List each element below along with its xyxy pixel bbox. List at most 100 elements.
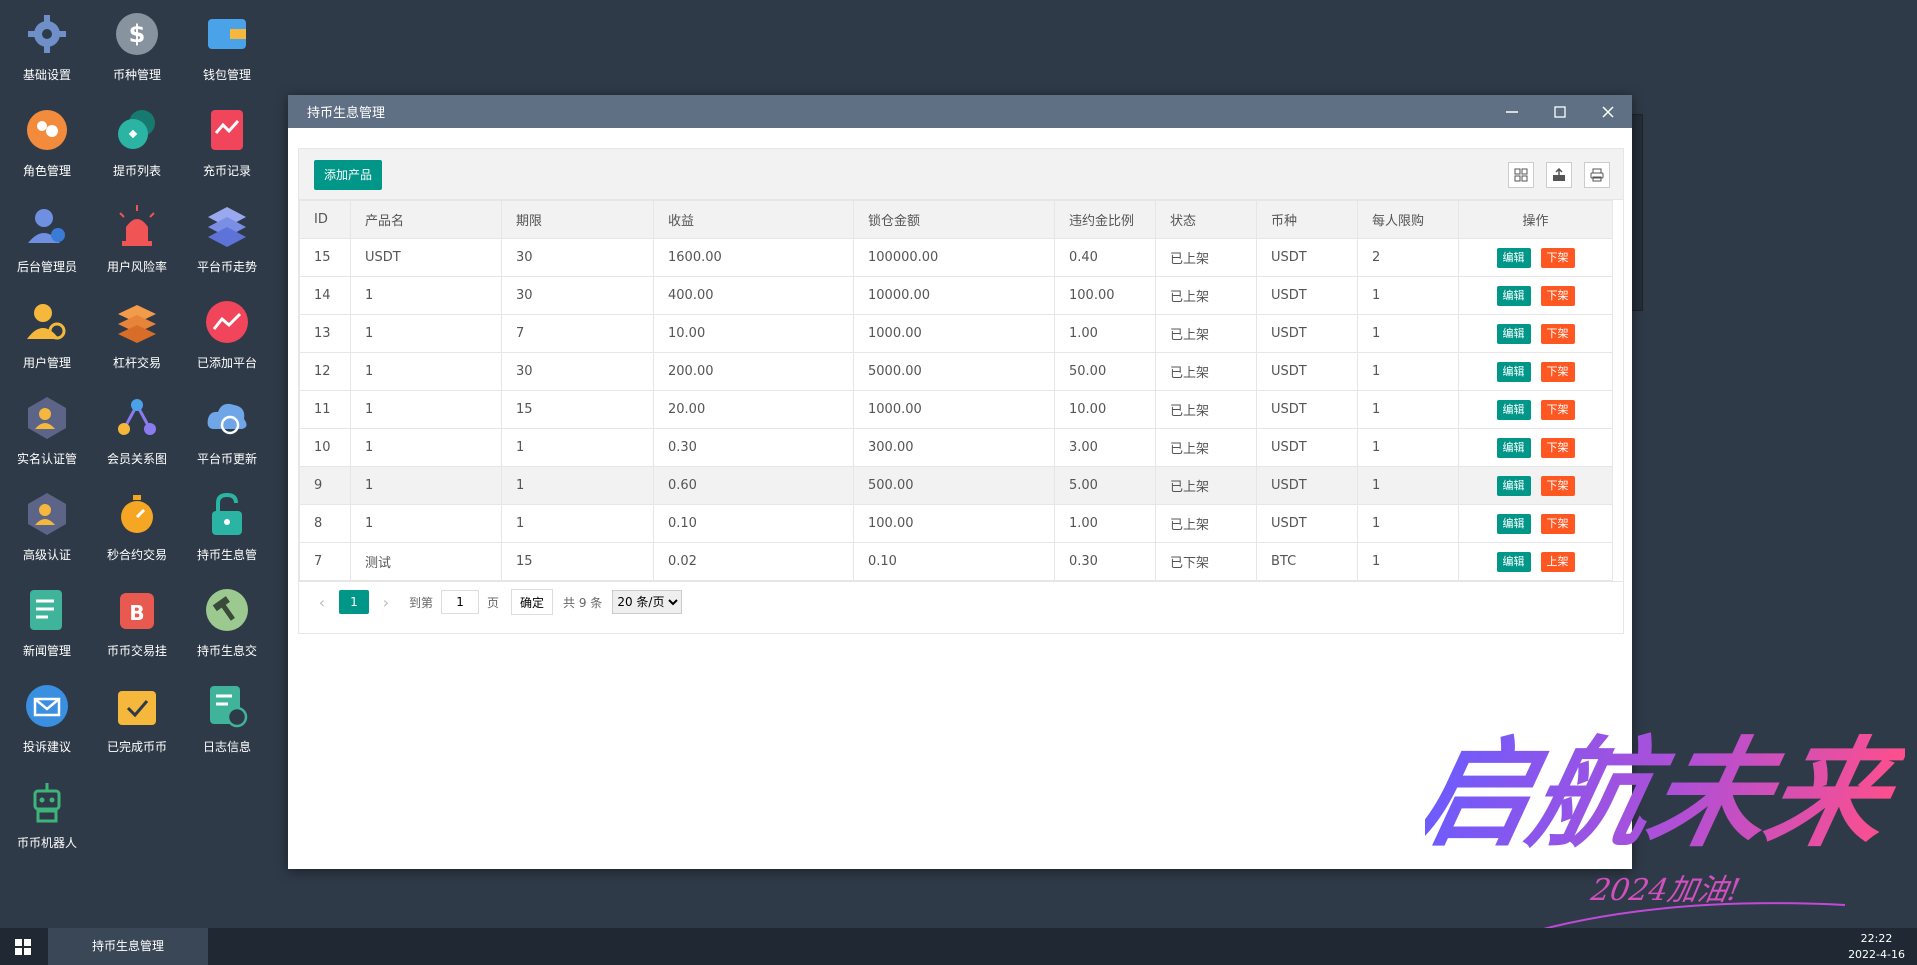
desktop-icon[interactable]: 投诉建议 <box>2 674 92 766</box>
table-row[interactable]: 8 1 1 0.10 100.00 1.00 已上架 USDT 1 编辑 下架 <box>299 504 1613 543</box>
edit-button[interactable]: 编辑 <box>1496 247 1531 268</box>
cell-status: 已上架 <box>1155 504 1257 543</box>
column-header[interactable]: 产品名 <box>350 200 502 239</box>
desktop-icon[interactable]: 充币记录 <box>182 98 272 190</box>
edit-button[interactable]: 编辑 <box>1496 361 1531 382</box>
taskbar-item-active[interactable]: 持币生息管理 <box>48 928 208 965</box>
delist-button[interactable]: 下架 <box>1540 475 1575 496</box>
log-icon <box>201 680 253 732</box>
desktop-icon[interactable]: 基础设置 <box>2 2 92 94</box>
desktop-icon[interactable]: 币币机器人 <box>2 770 92 862</box>
desktop-icon[interactable]: 角色管理 <box>2 98 92 190</box>
table-row[interactable]: 15 USDT 30 1600.00 100000.00 0.40 已上架 USDT 2 编辑 下架 <box>299 238 1613 277</box>
minimize-button[interactable] <box>1488 95 1536 128</box>
column-header[interactable]: 状态 <box>1155 200 1257 239</box>
print-button[interactable] <box>1584 162 1610 188</box>
cell-locked: 1000.00 <box>853 314 1055 353</box>
delist-button[interactable]: 下架 <box>1540 323 1575 344</box>
edit-button[interactable]: 编辑 <box>1496 513 1531 534</box>
desktop-icon[interactable]: 提币列表 <box>92 98 182 190</box>
desktop-icon[interactable]: $ 币种管理 <box>92 2 182 94</box>
desktop-icon[interactable]: 杠杆交易 <box>92 290 182 382</box>
table-row[interactable]: 10 1 1 0.30 300.00 3.00 已上架 USDT 1 编辑 下架 <box>299 428 1613 467</box>
column-header[interactable]: 操作 <box>1458 200 1613 239</box>
edit-button[interactable]: 编辑 <box>1496 399 1531 420</box>
cell-id: 9 <box>299 466 351 505</box>
cell-locked: 500.00 <box>853 466 1055 505</box>
columns-filter-button[interactable] <box>1508 162 1534 188</box>
column-header[interactable]: ID <box>299 200 351 239</box>
cell-limit: 1 <box>1357 466 1459 505</box>
cell-coin: USDT <box>1256 352 1358 391</box>
add-product-button[interactable]: 添加产品 <box>314 160 383 190</box>
desktop-icon[interactable]: 用户管理 <box>2 290 92 382</box>
delist-button[interactable]: 下架 <box>1540 361 1575 382</box>
desktop-icon[interactable]: 实名认证管 <box>2 386 92 478</box>
goto-label: 到第 <box>409 595 434 610</box>
desktop-icon[interactable]: 后台管理员 <box>2 194 92 286</box>
column-header[interactable]: 期限 <box>501 200 654 239</box>
cell-status: 已上架 <box>1155 352 1257 391</box>
desktop-icon[interactable]: 高级认证 <box>2 482 92 574</box>
desktop-icon[interactable]: 平台币更新 <box>182 386 272 478</box>
desktop: 基础设置 $ 币种管理 钱包管理 角色管理 提币列表 充币记录 后台管理员 用户风险率 平台币走势… <box>0 0 260 920</box>
desktop-icon[interactable]: 已完成币币 <box>92 674 182 766</box>
delist-button[interactable]: 下架 <box>1540 513 1575 534</box>
table-row[interactable]: 9 1 1 0.60 500.00 5.00 已上架 USDT 1 编辑 下架 <box>299 466 1613 505</box>
desktop-icon[interactable]: 日志信息 <box>182 674 272 766</box>
desktop-icon[interactable]: 用户风险率 <box>92 194 182 286</box>
window-titlebar[interactable]: 持币生息管理 <box>288 95 1632 128</box>
desktop-icon[interactable]: 新闻管理 <box>2 578 92 670</box>
delist-button[interactable]: 下架 <box>1540 437 1575 458</box>
cell-coin: USDT <box>1256 466 1358 505</box>
delist-button[interactable]: 下架 <box>1540 247 1575 268</box>
current-page[interactable]: 1 <box>339 590 369 614</box>
stack-icon <box>111 296 163 348</box>
start-button[interactable] <box>0 928 46 965</box>
cell-yield: 0.10 <box>653 504 854 543</box>
table-row[interactable]: 13 1 7 10.00 1000.00 1.00 已上架 USDT 1 编辑 下架 <box>299 314 1613 353</box>
cell-locked: 1000.00 <box>853 390 1055 429</box>
cell-name: 1 <box>350 466 502 505</box>
edit-button[interactable]: 编辑 <box>1496 285 1531 306</box>
column-header[interactable]: 收益 <box>653 200 854 239</box>
column-header[interactable]: 币种 <box>1256 200 1358 239</box>
table-row[interactable]: 12 1 30 200.00 5000.00 50.00 已上架 USDT 1 编辑 下架 <box>299 352 1613 391</box>
cell-actions: 编辑 上架 <box>1458 542 1613 581</box>
column-header[interactable]: 违约金比例 <box>1054 200 1156 239</box>
cell-penalty: 10.00 <box>1054 390 1156 429</box>
edit-button[interactable]: 编辑 <box>1496 551 1531 572</box>
desktop-icon[interactable]: B 币币交易挂 <box>92 578 182 670</box>
table-row[interactable]: 7 测试 15 0.02 0.10 0.30 已下架 BTC 1 编辑 上架 <box>299 542 1613 581</box>
edit-button[interactable]: 编辑 <box>1496 437 1531 458</box>
prev-page-button[interactable]: ‹ <box>311 593 333 612</box>
columns-icon <box>1514 168 1528 182</box>
next-page-button[interactable]: › <box>375 593 397 612</box>
desktop-icon[interactable]: 秒合约交易 <box>92 482 182 574</box>
system-clock[interactable]: 22:22 2022-4-16 <box>1848 931 1905 963</box>
delist-button[interactable]: 下架 <box>1540 399 1575 420</box>
column-header[interactable]: 锁仓金额 <box>853 200 1055 239</box>
desktop-icon[interactable]: 钱包管理 <box>182 2 272 94</box>
desktop-icon[interactable]: 持币生息交 <box>182 578 272 670</box>
desktop-icon[interactable]: 会员关系图 <box>92 386 182 478</box>
delist-button[interactable]: 下架 <box>1540 285 1575 306</box>
cell-coin: USDT <box>1256 504 1358 543</box>
goto-page-input[interactable] <box>441 590 480 614</box>
page-size-select[interactable]: 20 条/页 <box>612 590 683 614</box>
export-button[interactable] <box>1546 162 1572 188</box>
table-row[interactable]: 14 1 30 400.00 10000.00 100.00 已上架 USDT 1 编辑 下架 <box>299 276 1613 315</box>
desktop-icon[interactable]: 平台币走势 <box>182 194 272 286</box>
watermark-logo: 启航未来 2024加油! <box>1425 725 1905 941</box>
maximize-button[interactable] <box>1536 95 1584 128</box>
edit-button[interactable]: 编辑 <box>1496 475 1531 496</box>
desktop-icon[interactable]: 持币生息管 <box>182 482 272 574</box>
list-on-button[interactable]: 上架 <box>1540 551 1575 572</box>
column-header[interactable]: 每人限购 <box>1357 200 1459 239</box>
close-button[interactable] <box>1584 95 1632 128</box>
table-row[interactable]: 11 1 15 20.00 1000.00 10.00 已上架 USDT 1 编辑 下架 <box>299 390 1613 429</box>
desktop-icon-label: 基础设置 <box>22 68 71 82</box>
edit-button[interactable]: 编辑 <box>1496 323 1531 344</box>
desktop-icon[interactable]: 已添加平台 <box>182 290 272 382</box>
goto-confirm-button[interactable]: 确定 <box>511 589 554 615</box>
